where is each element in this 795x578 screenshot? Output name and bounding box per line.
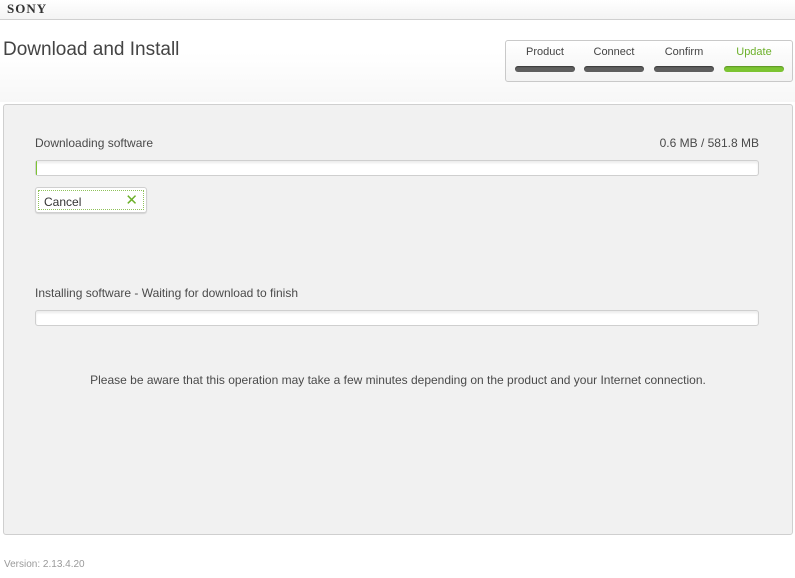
- step-connect: Connect: [583, 45, 645, 75]
- step-label: Product: [526, 46, 564, 58]
- download-label: Downloading software: [35, 136, 154, 150]
- download-progress-bar: [35, 160, 759, 176]
- brand-logo: SONY: [7, 1, 48, 16]
- step-label: Confirm: [664, 46, 704, 58]
- step-product: Product: [514, 45, 576, 75]
- header: Download and Install Product Connect Con…: [0, 20, 795, 102]
- install-label: Installing software - Waiting for downlo…: [35, 286, 299, 300]
- step-bar: [515, 66, 575, 72]
- main-panel: Downloading software 0.6 MB / 581.8 MB C…: [3, 104, 793, 535]
- step-label: Connect: [593, 46, 635, 58]
- step-confirm: Confirm: [653, 45, 715, 75]
- download-size: 0.6 MB / 581.8 MB: [659, 136, 759, 150]
- top-bar: SONY: [0, 0, 795, 20]
- step-update: Update: [723, 45, 785, 75]
- cancel-focus-ring: Cancel ✕: [38, 190, 144, 210]
- close-icon: ✕: [125, 192, 138, 209]
- step-indicator: Product Connect Confirm Update: [505, 40, 793, 82]
- step-bar: [724, 66, 784, 72]
- cancel-label: Cancel: [44, 195, 82, 209]
- step-bar: [654, 66, 714, 72]
- step-label: Update: [736, 46, 772, 58]
- step-bar: [584, 66, 644, 72]
- download-progress-fill: [36, 161, 37, 175]
- install-progress-bar: [35, 310, 759, 326]
- page-title: Download and Install: [3, 39, 180, 60]
- cancel-button[interactable]: Cancel ✕: [35, 187, 147, 213]
- duration-notice: Please be aware that this operation may …: [90, 373, 706, 387]
- version-label: Version: 2.13.4.20: [4, 559, 85, 570]
